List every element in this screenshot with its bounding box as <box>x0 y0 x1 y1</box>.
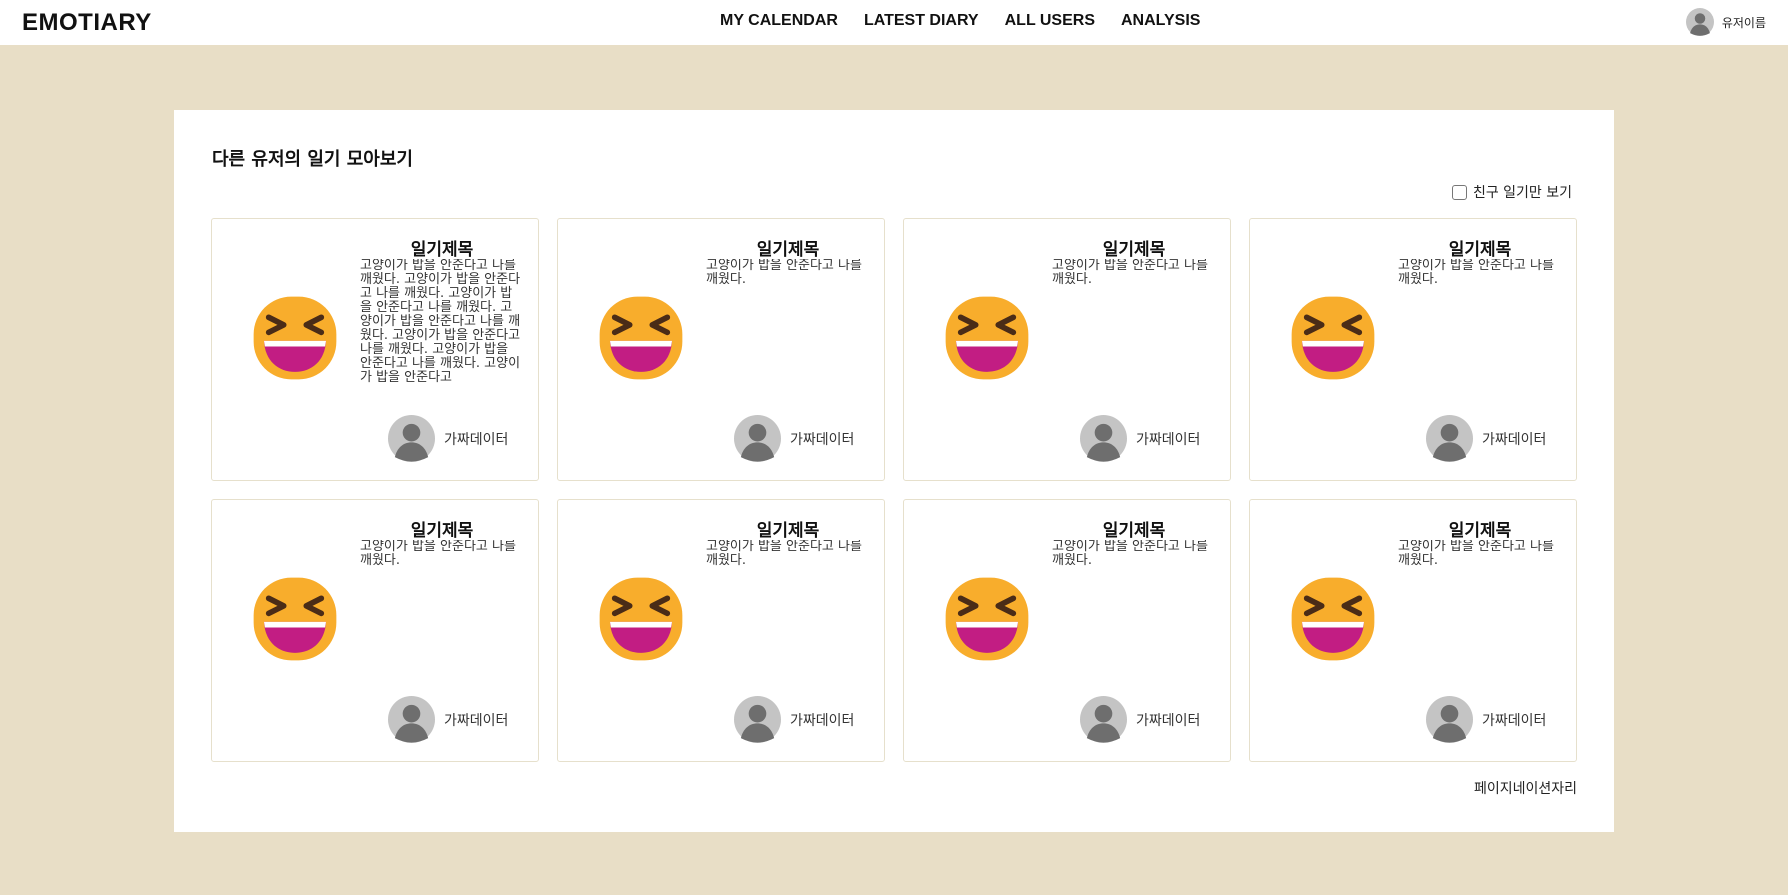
diary-title: 일기제목 <box>1102 521 1166 541</box>
diary-author[interactable]: 가짜데이터 <box>1426 696 1546 743</box>
diary-collection-panel: 다른 유저의 일기 모아보기 친구 일기만 보기 일기제목 고양이가 밥을 안준… <box>174 110 1614 832</box>
diary-title: 일기제목 <box>410 521 474 541</box>
diary-author[interactable]: 가짜데이터 <box>388 415 508 462</box>
diary-card[interactable]: 일기제목 고양이가 밥을 안준다고 나를 깨웠다. 가짜데이터 <box>557 218 885 481</box>
nav-latest-diary[interactable]: LATEST DIARY <box>864 12 979 30</box>
diary-card[interactable]: 일기제목 고양이가 밥을 안준다고 나를 깨웠다. 가짜데이터 <box>903 499 1231 762</box>
nav-analysis[interactable]: ANALYSIS <box>1121 12 1200 30</box>
diary-card[interactable]: 일기제목 고양이가 밥을 안준다고 나를 깨웠다. 가짜데이터 <box>903 218 1231 481</box>
grinning-squinting-face-icon <box>1291 577 1375 661</box>
friend-only-filter[interactable]: 친구 일기만 보기 <box>1451 182 1572 202</box>
user-name: 유저이름 <box>1721 15 1766 30</box>
nav-all-users[interactable]: ALL USERS <box>1005 12 1095 30</box>
author-avatar-icon <box>388 415 435 462</box>
author-avatar-icon <box>1080 696 1127 743</box>
diary-preview-text: 고양이가 밥을 안준다고 나를 깨웠다. <box>360 540 516 568</box>
page-title: 다른 유저의 일기 모아보기 <box>212 149 413 170</box>
diary-card[interactable]: 일기제목 고양이가 밥을 안준다고 나를 깨웠다. 가짜데이터 <box>1249 499 1577 762</box>
grinning-squinting-face-icon <box>253 296 337 380</box>
diary-preview-text: 고양이가 밥을 안준다고 나를 깨웠다. <box>1398 259 1554 287</box>
author-name: 가짜데이터 <box>790 431 855 448</box>
friend-only-label: 친구 일기만 보기 <box>1472 185 1572 201</box>
diary-preview-text: 고양이가 밥을 안준다고 나를 깨웠다. <box>706 540 862 568</box>
diary-preview-text: 고양이가 밥을 안준다고 나를 깨웠다. 고양이가 밥을 안준다고 나를 깨웠다… <box>360 259 521 385</box>
grinning-squinting-face-icon <box>1291 296 1375 380</box>
diary-card[interactable]: 일기제목 고양이가 밥을 안준다고 나를 깨웠다. 고양이가 밥을 안준다고 나… <box>211 218 539 481</box>
nav-my-calendar[interactable]: MY CALENDAR <box>720 12 838 30</box>
diary-card[interactable]: 일기제목 고양이가 밥을 안준다고 나를 깨웠다. 가짜데이터 <box>1249 218 1577 481</box>
author-avatar-icon <box>388 696 435 743</box>
diary-preview-text: 고양이가 밥을 안준다고 나를 깨웠다. <box>1398 540 1554 568</box>
diary-author[interactable]: 가짜데이터 <box>734 415 854 462</box>
author-avatar-icon <box>1426 415 1473 462</box>
diary-title: 일기제목 <box>756 240 820 260</box>
author-name: 가짜데이터 <box>444 431 509 448</box>
friend-only-checkbox[interactable] <box>1451 184 1467 200</box>
author-name: 가짜데이터 <box>790 712 855 729</box>
grinning-squinting-face-icon <box>945 296 1029 380</box>
diary-title: 일기제목 <box>1448 521 1512 541</box>
grinning-squinting-face-icon <box>253 577 337 661</box>
diary-title: 일기제목 <box>756 521 820 541</box>
diary-author[interactable]: 가짜데이터 <box>734 696 854 743</box>
grinning-squinting-face-icon <box>945 577 1029 661</box>
author-name: 가짜데이터 <box>1136 712 1201 729</box>
diary-author[interactable]: 가짜데이터 <box>1080 415 1200 462</box>
diary-author[interactable]: 가짜데이터 <box>1426 415 1546 462</box>
author-name: 가짜데이터 <box>444 712 509 729</box>
author-avatar-icon <box>1080 415 1127 462</box>
grinning-squinting-face-icon <box>599 296 683 380</box>
top-navigation-bar: EMOTIARY MY CALENDAR LATEST DIARY ALL US… <box>0 0 1788 45</box>
diary-card[interactable]: 일기제목 고양이가 밥을 안준다고 나를 깨웠다. 가짜데이터 <box>557 499 885 762</box>
diary-author[interactable]: 가짜데이터 <box>1080 696 1200 743</box>
user-avatar-icon <box>1685 8 1714 36</box>
author-avatar-icon <box>1426 696 1473 743</box>
author-name: 가짜데이터 <box>1482 431 1547 448</box>
diary-title: 일기제목 <box>1102 240 1166 260</box>
diary-card[interactable]: 일기제목 고양이가 밥을 안준다고 나를 깨웠다. 가짜데이터 <box>211 499 539 762</box>
diary-grid: 일기제목 고양이가 밥을 안준다고 나를 깨웠다. 고양이가 밥을 안준다고 나… <box>211 218 1577 762</box>
grinning-squinting-face-icon <box>599 577 683 661</box>
diary-title: 일기제목 <box>410 240 474 260</box>
diary-preview-text: 고양이가 밥을 안준다고 나를 깨웠다. <box>1052 259 1208 287</box>
author-avatar-icon <box>734 415 781 462</box>
app-logo[interactable]: EMOTIARY <box>22 9 152 37</box>
diary-author[interactable]: 가짜데이터 <box>388 696 508 743</box>
diary-preview-text: 고양이가 밥을 안준다고 나를 깨웠다. <box>706 259 862 287</box>
author-avatar-icon <box>734 696 781 743</box>
diary-title: 일기제목 <box>1448 240 1512 260</box>
author-name: 가짜데이터 <box>1482 712 1547 729</box>
author-name: 가짜데이터 <box>1136 431 1201 448</box>
user-menu[interactable]: 유저이름 <box>1685 8 1766 36</box>
diary-preview-text: 고양이가 밥을 안준다고 나를 깨웠다. <box>1052 540 1208 568</box>
main-nav: MY CALENDAR LATEST DIARY ALL USERS ANALY… <box>720 12 1200 30</box>
pagination[interactable]: 페이지네이션자리 <box>1474 778 1577 798</box>
